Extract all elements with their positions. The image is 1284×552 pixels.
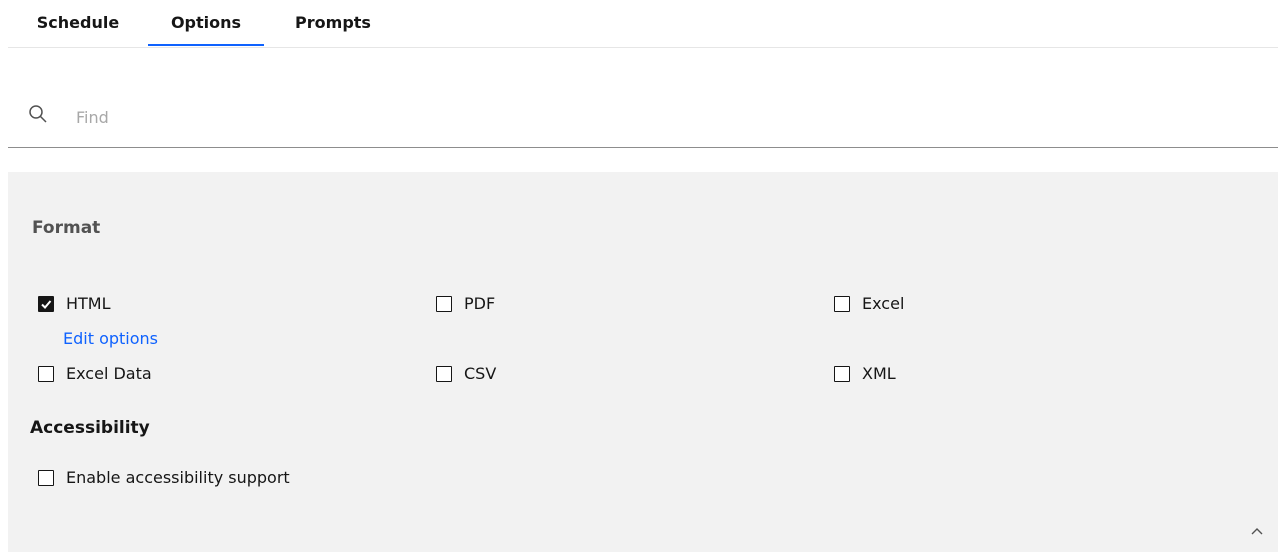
csv-label: CSV	[464, 364, 497, 383]
accessibility-checkbox[interactable]	[38, 469, 54, 486]
format-option-xml[interactable]: XML	[834, 364, 896, 383]
excel-data-checkbox[interactable]	[38, 365, 54, 382]
tab-schedule[interactable]: Schedule	[28, 0, 128, 45]
tab-bar: Schedule Options Prompts	[8, 0, 1278, 48]
accessibility-label: Enable accessibility support	[66, 468, 290, 487]
search-icon	[29, 105, 47, 123]
pdf-label: PDF	[464, 294, 496, 313]
xml-checkbox[interactable]	[834, 365, 850, 382]
format-panel: Format HTML PDF Excel Edit options Excel…	[8, 172, 1278, 552]
accessibility-heading: Accessibility	[30, 418, 150, 438]
pdf-checkbox[interactable]	[436, 295, 452, 312]
search-bar	[8, 86, 1278, 148]
format-option-html[interactable]: HTML	[38, 294, 111, 313]
edit-options-link[interactable]: Edit options	[63, 329, 158, 348]
format-option-csv[interactable]: CSV	[436, 364, 496, 383]
excel-label: Excel	[862, 294, 905, 313]
chevron-up-icon[interactable]	[1250, 526, 1264, 536]
xml-label: XML	[862, 364, 896, 383]
accessibility-option[interactable]: Enable accessibility support	[38, 468, 290, 487]
html-checkbox[interactable]	[38, 295, 54, 312]
excel-data-label: Excel Data	[66, 364, 152, 383]
search-input[interactable]	[74, 102, 978, 132]
format-heading: Format	[32, 218, 101, 238]
format-option-excel[interactable]: Excel	[834, 294, 904, 313]
tab-options[interactable]: Options	[148, 0, 264, 46]
checkmark-icon	[41, 299, 52, 309]
csv-checkbox[interactable]	[436, 365, 452, 382]
excel-checkbox[interactable]	[834, 295, 850, 312]
options-page: Schedule Options Prompts Format HTML PDF	[0, 0, 1284, 552]
html-label: HTML	[66, 294, 111, 313]
format-option-pdf[interactable]: PDF	[436, 294, 495, 313]
tab-prompts[interactable]: Prompts	[288, 0, 378, 45]
format-option-excel-data[interactable]: Excel Data	[38, 364, 152, 383]
